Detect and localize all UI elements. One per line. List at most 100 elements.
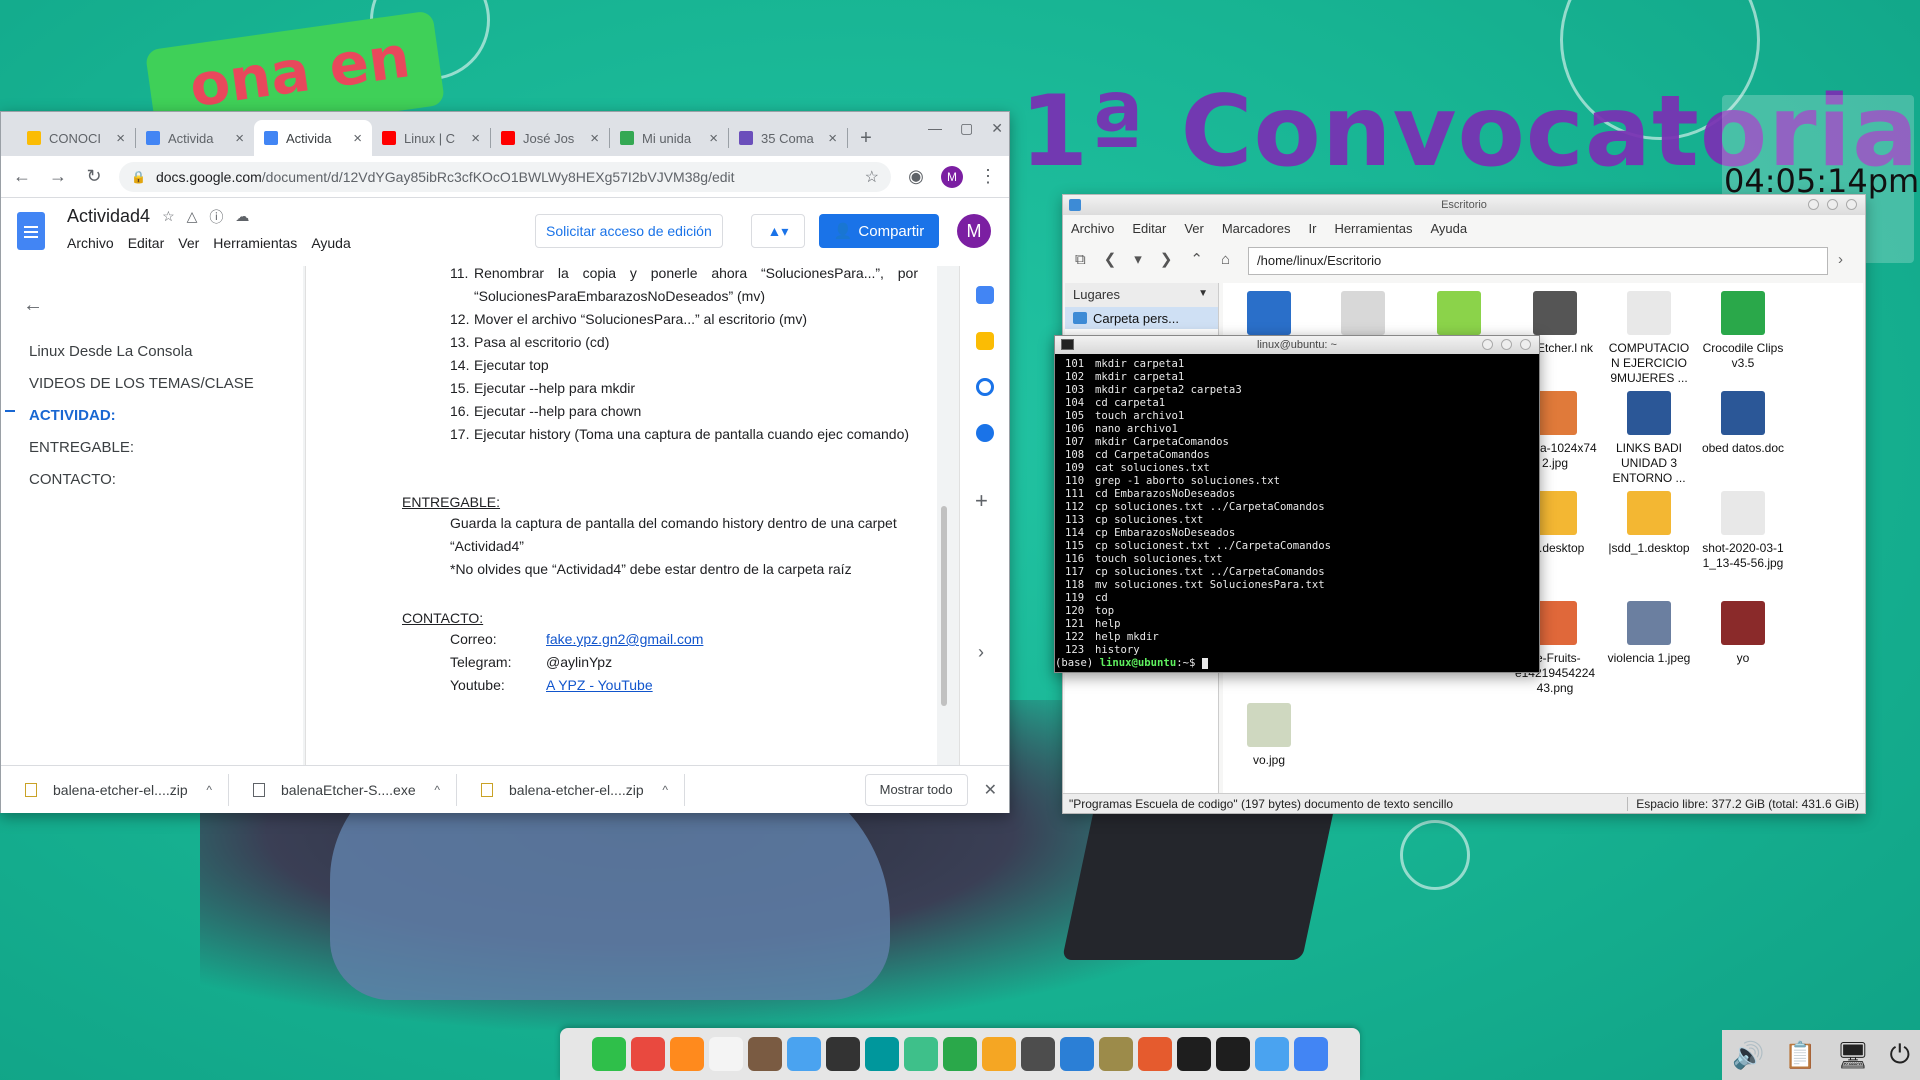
terminal-window[interactable]: linux@ubuntu: ~ 101 mkdir carpeta1 102 mkdi… (1054, 335, 1540, 673)
google-docs-logo[interactable] (17, 212, 45, 250)
download-item[interactable]: balena-etcher-el....zip ^ (1, 773, 229, 806)
file-item[interactable]: Crocodile Clips v3.5 (1697, 291, 1789, 371)
file-item[interactable]: LINKS BADI UNIDAD 3 ENTORNO ... (1603, 391, 1695, 486)
power-icon[interactable]: ⏻ (1889, 1039, 1910, 1071)
tasks-icon[interactable] (976, 378, 994, 396)
outline-item[interactable]: CONTACTO: (29, 464, 254, 496)
request-edit-access-button[interactable]: Solicitar acceso de edición (535, 214, 723, 248)
home-icon[interactable]: ⌂ (1221, 251, 1230, 268)
keep-icon[interactable] (976, 332, 994, 350)
chevron-up-icon[interactable]: ^ (662, 783, 668, 797)
maximize-icon[interactable] (1501, 339, 1512, 350)
docs-menu-item[interactable]: Herramientas (213, 235, 297, 251)
docs-icon[interactable] (1294, 1037, 1328, 1071)
close-icon[interactable]: ✕ (991, 120, 1003, 137)
fm-menu-item[interactable]: Herramientas (1334, 221, 1412, 236)
tab-close-icon[interactable]: × (709, 130, 718, 147)
network-icon[interactable]: 🖥 (1837, 1040, 1870, 1071)
minimize-icon[interactable] (1482, 339, 1493, 350)
back-icon[interactable]: ← (11, 166, 33, 187)
fm-menu-item[interactable]: Ir (1308, 221, 1316, 236)
back-icon[interactable]: ❮ (1104, 250, 1117, 268)
menu-kebab-icon[interactable]: ⋮ (977, 166, 999, 187)
address-bar[interactable]: 🔒 docs.google.com/document/d/12VdYGay85i… (119, 161, 891, 192)
calendar-icon[interactable] (976, 286, 994, 304)
atom-icon[interactable] (904, 1037, 938, 1071)
new-tab-icon[interactable]: ⧉ (1075, 251, 1086, 268)
incognito-icon[interactable]: ◉ (905, 166, 927, 187)
account-avatar[interactable]: M (957, 214, 991, 248)
expand-panel-icon[interactable]: › (978, 642, 984, 663)
docs-menu-item[interactable]: Archivo (67, 235, 114, 251)
browser-tab[interactable]: Mi unida × (610, 120, 728, 156)
browser-tab[interactable]: José Jos × (491, 120, 609, 156)
browser-tab[interactable]: Activida × (136, 120, 254, 156)
fm-menu-item[interactable]: Ver (1184, 221, 1204, 236)
close-downloads-icon[interactable]: ✕ (984, 780, 997, 800)
close-icon[interactable] (1520, 339, 1531, 350)
file-item[interactable] (1413, 291, 1505, 341)
close-outline-icon[interactable]: ← (23, 294, 43, 317)
contact-link[interactable]: A YPZ - YouTube (546, 674, 653, 697)
outline-item[interactable]: Linux Desde La Consola (29, 336, 254, 368)
vscode-icon[interactable] (1060, 1037, 1094, 1071)
pseint-icon[interactable] (1099, 1037, 1133, 1071)
chrome-icon[interactable] (631, 1037, 665, 1071)
browser-tab[interactable]: Activida × (254, 120, 372, 156)
clipboard-icon[interactable]: 📋 (1784, 1040, 1816, 1071)
browser-tab[interactable]: 35 Coma × (729, 120, 847, 156)
download-item[interactable]: balenaEtcher-S....exe ^ (229, 773, 457, 806)
terminal-2-icon[interactable] (1216, 1037, 1250, 1071)
move-to-drive-icon[interactable]: △ (187, 208, 198, 225)
fm-menu-item[interactable]: Archivo (1071, 221, 1114, 236)
fm-menu-item[interactable]: Ayuda (1430, 221, 1467, 236)
sublime-icon[interactable] (1021, 1037, 1055, 1071)
forward-icon[interactable]: ❯ (1160, 250, 1173, 268)
document-title[interactable]: Actividad4 (67, 206, 150, 227)
file-item[interactable]: vo.jpg (1223, 703, 1315, 768)
computer-icon[interactable] (826, 1037, 860, 1071)
tab-close-icon[interactable]: × (471, 130, 480, 147)
file-item[interactable] (1223, 291, 1315, 341)
tab-close-icon[interactable]: × (116, 130, 125, 147)
terminal-icon[interactable] (1177, 1037, 1211, 1071)
file-item[interactable]: |sdd_1.desktop (1603, 491, 1695, 556)
tab-close-icon[interactable]: × (353, 130, 362, 147)
terminal-prompt[interactable]: (base) linux@ubuntu:~$ (1055, 657, 1539, 670)
docs-menu-item[interactable]: Ayuda (311, 235, 350, 251)
forward-icon[interactable]: → (47, 166, 69, 187)
firefox-icon[interactable] (670, 1037, 704, 1071)
finder-icon[interactable] (787, 1037, 821, 1071)
go-icon[interactable]: › (1838, 251, 1843, 268)
outline-item[interactable]: ACTIVIDAD: (29, 400, 254, 432)
file-item[interactable] (1317, 291, 1409, 341)
outline-item[interactable]: ENTREGABLE: (29, 432, 254, 464)
reload-icon[interactable]: ↻ (83, 166, 105, 187)
add-addon-icon[interactable]: + (975, 488, 988, 514)
arduino-icon[interactable] (865, 1037, 899, 1071)
file-item[interactable]: obed datos.doc (1697, 391, 1789, 456)
contact-link[interactable]: fake.ypz.gn2@gmail.com (546, 628, 703, 651)
file-item[interactable]: violencia 1.jpeg (1603, 601, 1695, 666)
present-button[interactable]: ▲▾ (751, 214, 805, 248)
close-icon[interactable] (1846, 199, 1857, 210)
tab-close-icon[interactable]: × (235, 130, 244, 147)
location-bar[interactable]: /home/linux/Escritorio (1248, 247, 1828, 275)
profile-avatar[interactable]: M (941, 165, 963, 188)
browser-tab[interactable]: CONOCI × (17, 120, 135, 156)
maximize-icon[interactable]: ▢ (960, 120, 973, 137)
up-icon[interactable]: ⌃ (1190, 250, 1203, 268)
finder-2-icon[interactable] (1255, 1037, 1289, 1071)
minimize-icon[interactable] (1808, 199, 1819, 210)
scratch-icon[interactable] (982, 1037, 1016, 1071)
docs-menu-item[interactable]: Ver (178, 235, 199, 251)
browser-tab[interactable]: Linux | C × (372, 120, 490, 156)
history-dropdown-icon[interactable]: ▾ (1134, 250, 1142, 268)
crocodile-clips-icon[interactable] (943, 1037, 977, 1071)
place-home[interactable]: Carpeta pers... (1065, 307, 1218, 329)
star-icon[interactable]: ☆ (162, 208, 175, 225)
terminal-output[interactable]: 101 mkdir carpeta1 102 mkdir carpeta1 103 mkd… (1055, 354, 1539, 670)
cloud-status-icon[interactable]: ☁ (235, 208, 249, 225)
places-header[interactable]: Lugares (1065, 283, 1218, 307)
fm-menu-item[interactable]: Editar (1132, 221, 1166, 236)
